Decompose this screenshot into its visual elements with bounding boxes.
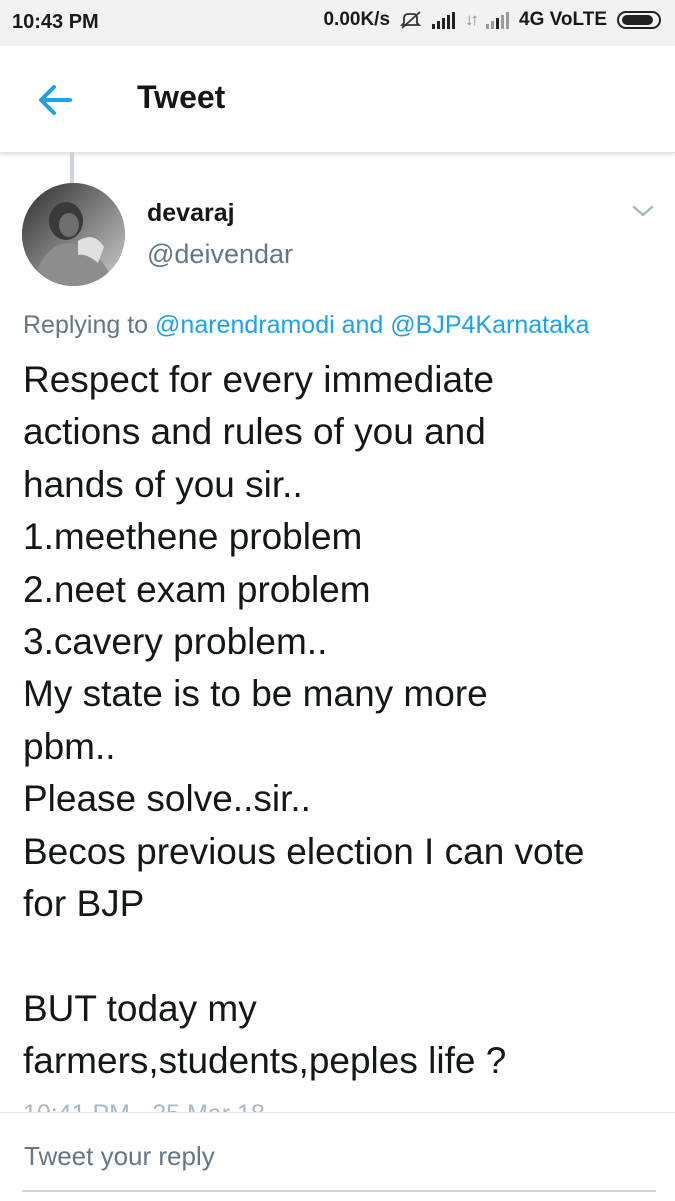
tweet-text: Respect for every immediate actions and … bbox=[23, 354, 663, 1087]
replying-to: Replying to @narendramodi and @BJP4Karna… bbox=[23, 311, 589, 340]
tweet-text-line bbox=[23, 930, 663, 982]
tweet-text-line: 3.cavery problem.. bbox=[23, 620, 328, 662]
replying-conjunction[interactable]: and bbox=[342, 311, 384, 339]
author-handle[interactable]: @deivendar bbox=[147, 239, 293, 270]
status-bar: 10:43 PM 0.00K/s ↓↑ 4G VoLTE bbox=[0, 0, 675, 46]
author-name[interactable]: devaraj bbox=[147, 199, 235, 228]
reply-underline bbox=[22, 1190, 656, 1192]
status-icons: 0.00K/s ↓↑ 4G VoLTE bbox=[323, 9, 661, 31]
status-time: 10:43 PM bbox=[12, 11, 99, 33]
tweet-text-line: for BJP bbox=[23, 882, 145, 924]
tweet-text-line: actions and rules of you and bbox=[23, 411, 486, 453]
tweet-text-line: Becos previous election I can vote bbox=[23, 830, 585, 872]
avatar[interactable] bbox=[22, 183, 125, 286]
mention-link[interactable]: @BJP4Karnataka bbox=[390, 311, 589, 339]
tweet-text-line: BUT today my bbox=[23, 987, 257, 1029]
tweet-text-line: Respect for every immediate bbox=[23, 359, 494, 400]
tweet-text-line: hands of you sir.. bbox=[23, 463, 303, 505]
reply-input[interactable]: Tweet your reply bbox=[24, 1141, 215, 1172]
chevron-down-icon bbox=[632, 205, 654, 217]
tweet-text-line: Please solve..sir.. bbox=[23, 778, 311, 820]
tweet-text-line: 2.neet exam problem bbox=[23, 568, 371, 610]
replying-prefix: Replying to bbox=[23, 311, 149, 339]
tweet-text-line: 1.meethene problem bbox=[23, 516, 363, 558]
reply-composer: Tweet your reply bbox=[0, 1112, 675, 1201]
signal-icon-secondary bbox=[486, 11, 510, 29]
tweet-text-line: farmers,students,peples life ? bbox=[23, 1040, 507, 1082]
tweet-text-line: pbm.. bbox=[23, 725, 116, 767]
mention-link[interactable]: @narendramodi bbox=[155, 311, 335, 339]
battery-icon bbox=[617, 11, 661, 29]
page-title: Tweet bbox=[137, 79, 226, 115]
mute-icon bbox=[399, 11, 422, 29]
back-arrow-icon bbox=[39, 85, 72, 115]
tweet-options-button[interactable] bbox=[628, 198, 658, 224]
app-bar: Tweet bbox=[0, 46, 675, 153]
back-button[interactable] bbox=[30, 78, 82, 122]
signal-icon bbox=[432, 11, 456, 29]
thread-connector bbox=[70, 152, 74, 183]
tweet-text-line: My state is to be many more bbox=[23, 673, 488, 715]
network-type: 4G VoLTE bbox=[519, 9, 607, 30]
data-arrows-icon: ↓↑ bbox=[465, 10, 479, 29]
network-speed: 0.00K/s bbox=[323, 9, 391, 30]
